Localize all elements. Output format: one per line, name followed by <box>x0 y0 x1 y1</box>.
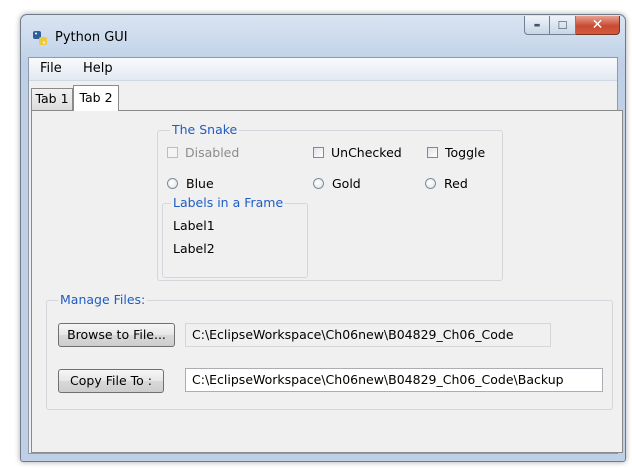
checkbox-unchecked-label: UnChecked <box>331 145 402 160</box>
checkbox-disabled-box <box>167 147 178 158</box>
manage-files-title: Manage Files: <box>58 292 148 307</box>
browse-to-file-button[interactable]: Browse to File... <box>58 323 175 347</box>
menu-bar: File Help <box>29 58 617 81</box>
label-2: Label2 <box>173 241 215 256</box>
radio-gold-circle[interactable] <box>313 178 324 189</box>
tab-2-panel: The Snake Disabled UnChecked Toggle Blue… <box>31 110 623 453</box>
close-button[interactable]: ✕ <box>576 16 620 35</box>
copy-destination-field[interactable]: C:\EclipseWorkspace\Ch06new\B04829_Ch06_… <box>185 368 603 392</box>
menu-file[interactable]: File <box>40 61 62 76</box>
copy-file-to-button[interactable]: Copy File To : <box>58 369 164 393</box>
checkbox-toggle-box[interactable] <box>427 147 438 158</box>
maximize-button[interactable]: ☐ <box>550 16 576 35</box>
title-bar[interactable]: Python GUI ▬ ☐ ✕ <box>21 15 625 57</box>
labels-frame-title: Labels in a Frame <box>171 195 286 210</box>
client-area: File Help Tab 1 Tab 2 The Snake Disabled… <box>28 57 623 454</box>
tab-2[interactable]: Tab 2 <box>73 85 119 111</box>
manage-files-frame: Manage Files: Browse to File... C:\Eclip… <box>46 292 613 410</box>
checkbox-disabled: Disabled <box>167 145 239 160</box>
radio-blue-circle[interactable] <box>167 178 178 189</box>
checkbox-disabled-label: Disabled <box>185 145 240 160</box>
radio-gold[interactable]: Gold <box>313 176 361 191</box>
caption-buttons: ▬ ☐ ✕ <box>524 16 620 36</box>
radio-red[interactable]: Red <box>425 176 468 191</box>
labels-frame: Labels in a Frame Label1 Label2 <box>162 195 308 278</box>
radio-blue-label: Blue <box>186 176 214 191</box>
checkbox-unchecked[interactable]: UnChecked <box>313 145 402 160</box>
python-gui-window: Python GUI ▬ ☐ ✕ File Help Tab 1 Tab 2 T… <box>20 14 626 462</box>
checkbox-toggle[interactable]: Toggle <box>427 145 485 160</box>
checkbox-unchecked-box[interactable] <box>313 147 324 158</box>
snake-frame: The Snake Disabled UnChecked Toggle Blue… <box>157 122 503 281</box>
maximize-icon: ☐ <box>557 18 568 32</box>
close-icon: ✕ <box>591 17 604 33</box>
snake-frame-title: The Snake <box>170 122 240 137</box>
python-app-icon <box>33 31 47 45</box>
checkbox-toggle-label: Toggle <box>445 145 486 160</box>
radio-blue[interactable]: Blue <box>167 176 214 191</box>
menu-help[interactable]: Help <box>83 61 113 76</box>
label-1: Label1 <box>173 218 215 233</box>
radio-red-label: Red <box>444 176 468 191</box>
browse-path-field[interactable]: C:\EclipseWorkspace\Ch06new\B04829_Ch06_… <box>185 323 551 347</box>
window-title: Python GUI <box>55 30 128 45</box>
minimize-icon: ▬ <box>533 21 541 29</box>
tab-1[interactable]: Tab 1 <box>31 88 73 110</box>
minimize-button[interactable]: ▬ <box>524 16 550 35</box>
radio-red-circle[interactable] <box>425 178 436 189</box>
radio-gold-label: Gold <box>332 176 361 191</box>
